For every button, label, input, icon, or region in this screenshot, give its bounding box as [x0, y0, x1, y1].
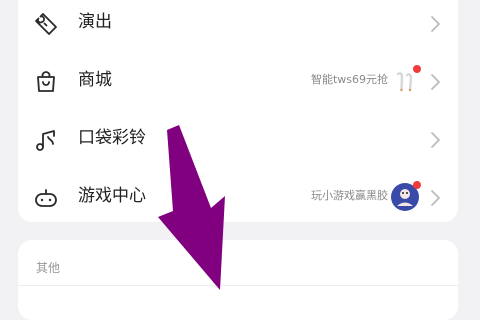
annotation-arrow-icon — [158, 125, 225, 290]
